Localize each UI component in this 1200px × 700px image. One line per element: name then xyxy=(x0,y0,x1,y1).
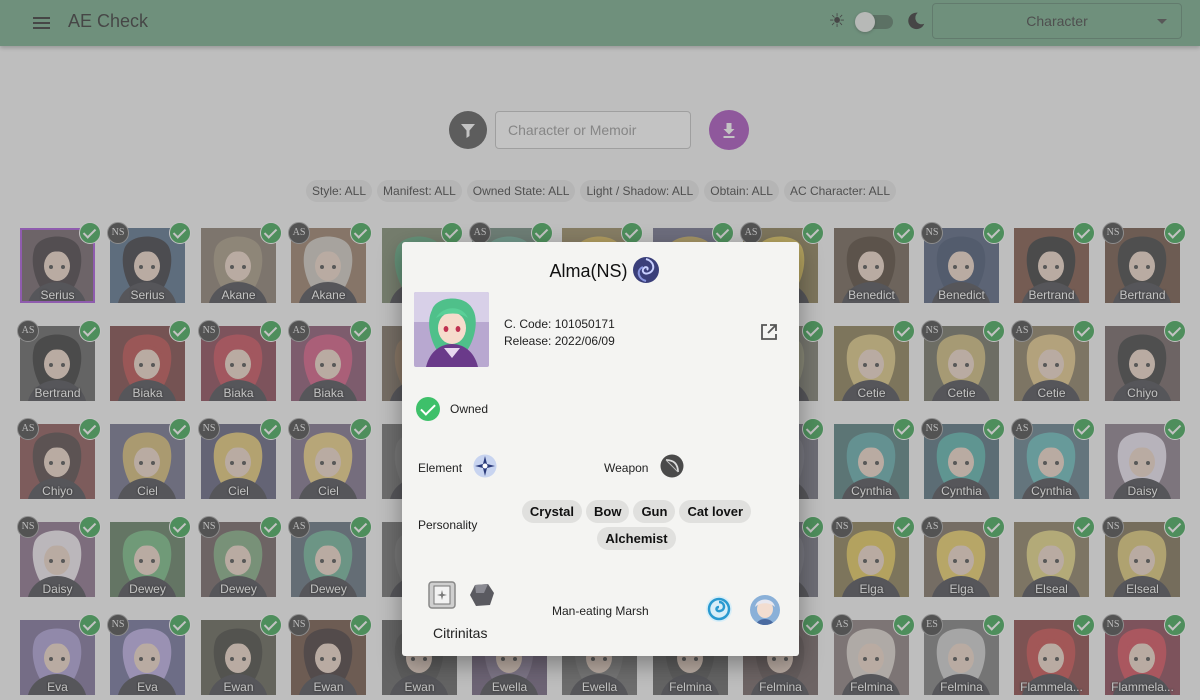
shadow-swirl-icon xyxy=(633,257,659,283)
release-date: Release: 2022/06/09 xyxy=(504,334,615,348)
owned-label: Owned xyxy=(450,402,489,416)
character-code: C. Code: 101050171 xyxy=(504,317,615,331)
personality-tag: Crystal xyxy=(521,500,582,523)
open-in-new-icon[interactable] xyxy=(759,322,779,342)
personality-tag: Gun xyxy=(633,500,676,523)
personality-tag: Cat lover xyxy=(679,500,752,523)
weapon-label: Weapon xyxy=(604,461,649,475)
personality-label: Personality xyxy=(418,518,478,532)
book-icon xyxy=(428,581,456,609)
crystal-element-icon xyxy=(473,454,497,478)
personality-tag: Bow xyxy=(585,500,630,523)
element-label: Element xyxy=(418,461,463,475)
dialog-title: Alma(NS) xyxy=(402,261,799,282)
character-name: Alma(NS) xyxy=(549,261,628,281)
personality-tag: Alchemist xyxy=(597,527,676,550)
character-info: C. Code: 101050171 Release: 2022/06/09 xyxy=(504,316,615,350)
companion-avatar xyxy=(750,595,780,625)
owned-check-icon[interactable] xyxy=(416,397,440,421)
citrinitas-label: Citrinitas xyxy=(433,625,488,641)
character-portrait xyxy=(414,292,489,367)
location-label: Man-eating Marsh xyxy=(552,604,649,618)
bow-weapon-icon xyxy=(660,454,684,478)
personality-tags: Crystal Bow Gun Cat lover Alchemist xyxy=(515,500,758,550)
stone-icon xyxy=(470,584,494,606)
water-swirl-icon xyxy=(706,596,732,622)
character-detail-dialog: Alma(NS) C. Code: 101050171 Release: 202… xyxy=(402,242,799,656)
